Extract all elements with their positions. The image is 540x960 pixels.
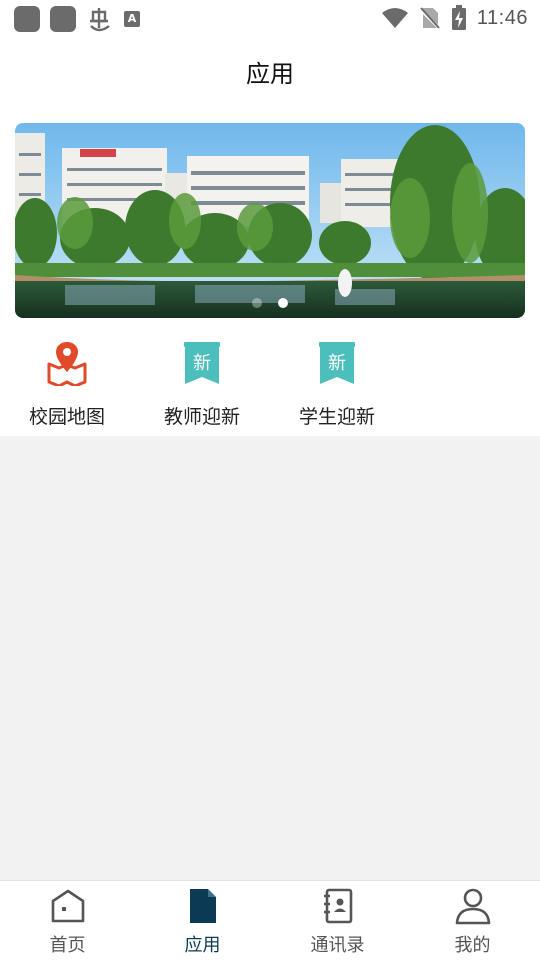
status-bar-right: 11:46 xyxy=(381,5,528,31)
bug-icon xyxy=(90,8,110,32)
status-bar: A 11:46 xyxy=(0,0,540,36)
nav-item-home[interactable]: 首页 xyxy=(0,881,135,960)
nav-label: 首页 xyxy=(49,935,86,956)
nav-item-contacts[interactable]: 通讯录 xyxy=(270,881,405,960)
badge-text: 新 xyxy=(193,353,211,374)
text-a-icon: A xyxy=(124,11,140,27)
app-label: 教师迎新 xyxy=(163,406,240,428)
app-student-welcome[interactable]: 新 学生迎新 xyxy=(282,336,392,436)
carousel-dot[interactable] xyxy=(252,298,262,308)
app-square-icon xyxy=(14,6,40,32)
document-icon xyxy=(189,889,216,923)
person-icon xyxy=(455,888,490,925)
page-title: 应用 xyxy=(246,60,294,88)
nav-label: 我的 xyxy=(454,935,491,956)
campus-photo xyxy=(15,123,525,318)
app-label: 校园地图 xyxy=(28,406,105,428)
nav-label: 应用 xyxy=(184,935,221,956)
new-badge-icon: 新 xyxy=(319,342,355,384)
app-label: 学生迎新 xyxy=(298,406,375,428)
map-pin-icon xyxy=(47,342,87,386)
new-badge-icon: 新 xyxy=(184,342,220,384)
battery-charging-icon xyxy=(451,5,466,30)
header-bar: 应用 xyxy=(0,36,540,116)
main-content: 校园地图 新 教师迎新 新 学生迎新 xyxy=(0,116,540,436)
nav-item-mine[interactable]: 我的 xyxy=(405,881,540,960)
bottom-nav: 首页 应用 通讯录 我的 xyxy=(0,880,540,960)
wifi-icon xyxy=(381,8,408,28)
no-sim-icon xyxy=(418,7,441,30)
status-bar-left: A xyxy=(14,6,140,32)
app-square-icon xyxy=(50,6,76,32)
app-grid: 校园地图 新 教师迎新 新 学生迎新 xyxy=(0,336,540,436)
carousel-dot-active[interactable] xyxy=(278,298,288,308)
home-icon xyxy=(51,889,84,923)
app-teacher-welcome[interactable]: 新 教师迎新 xyxy=(147,336,257,436)
nav-label: 通讯录 xyxy=(310,935,365,956)
contacts-book-icon xyxy=(323,888,352,924)
badge-text: 新 xyxy=(328,353,346,374)
app-campus-map[interactable]: 校园地图 xyxy=(12,336,122,436)
status-time: 11:46 xyxy=(476,6,528,29)
nav-item-apps[interactable]: 应用 xyxy=(135,881,270,960)
carousel-indicators xyxy=(15,298,525,308)
banner-carousel[interactable] xyxy=(15,123,525,318)
